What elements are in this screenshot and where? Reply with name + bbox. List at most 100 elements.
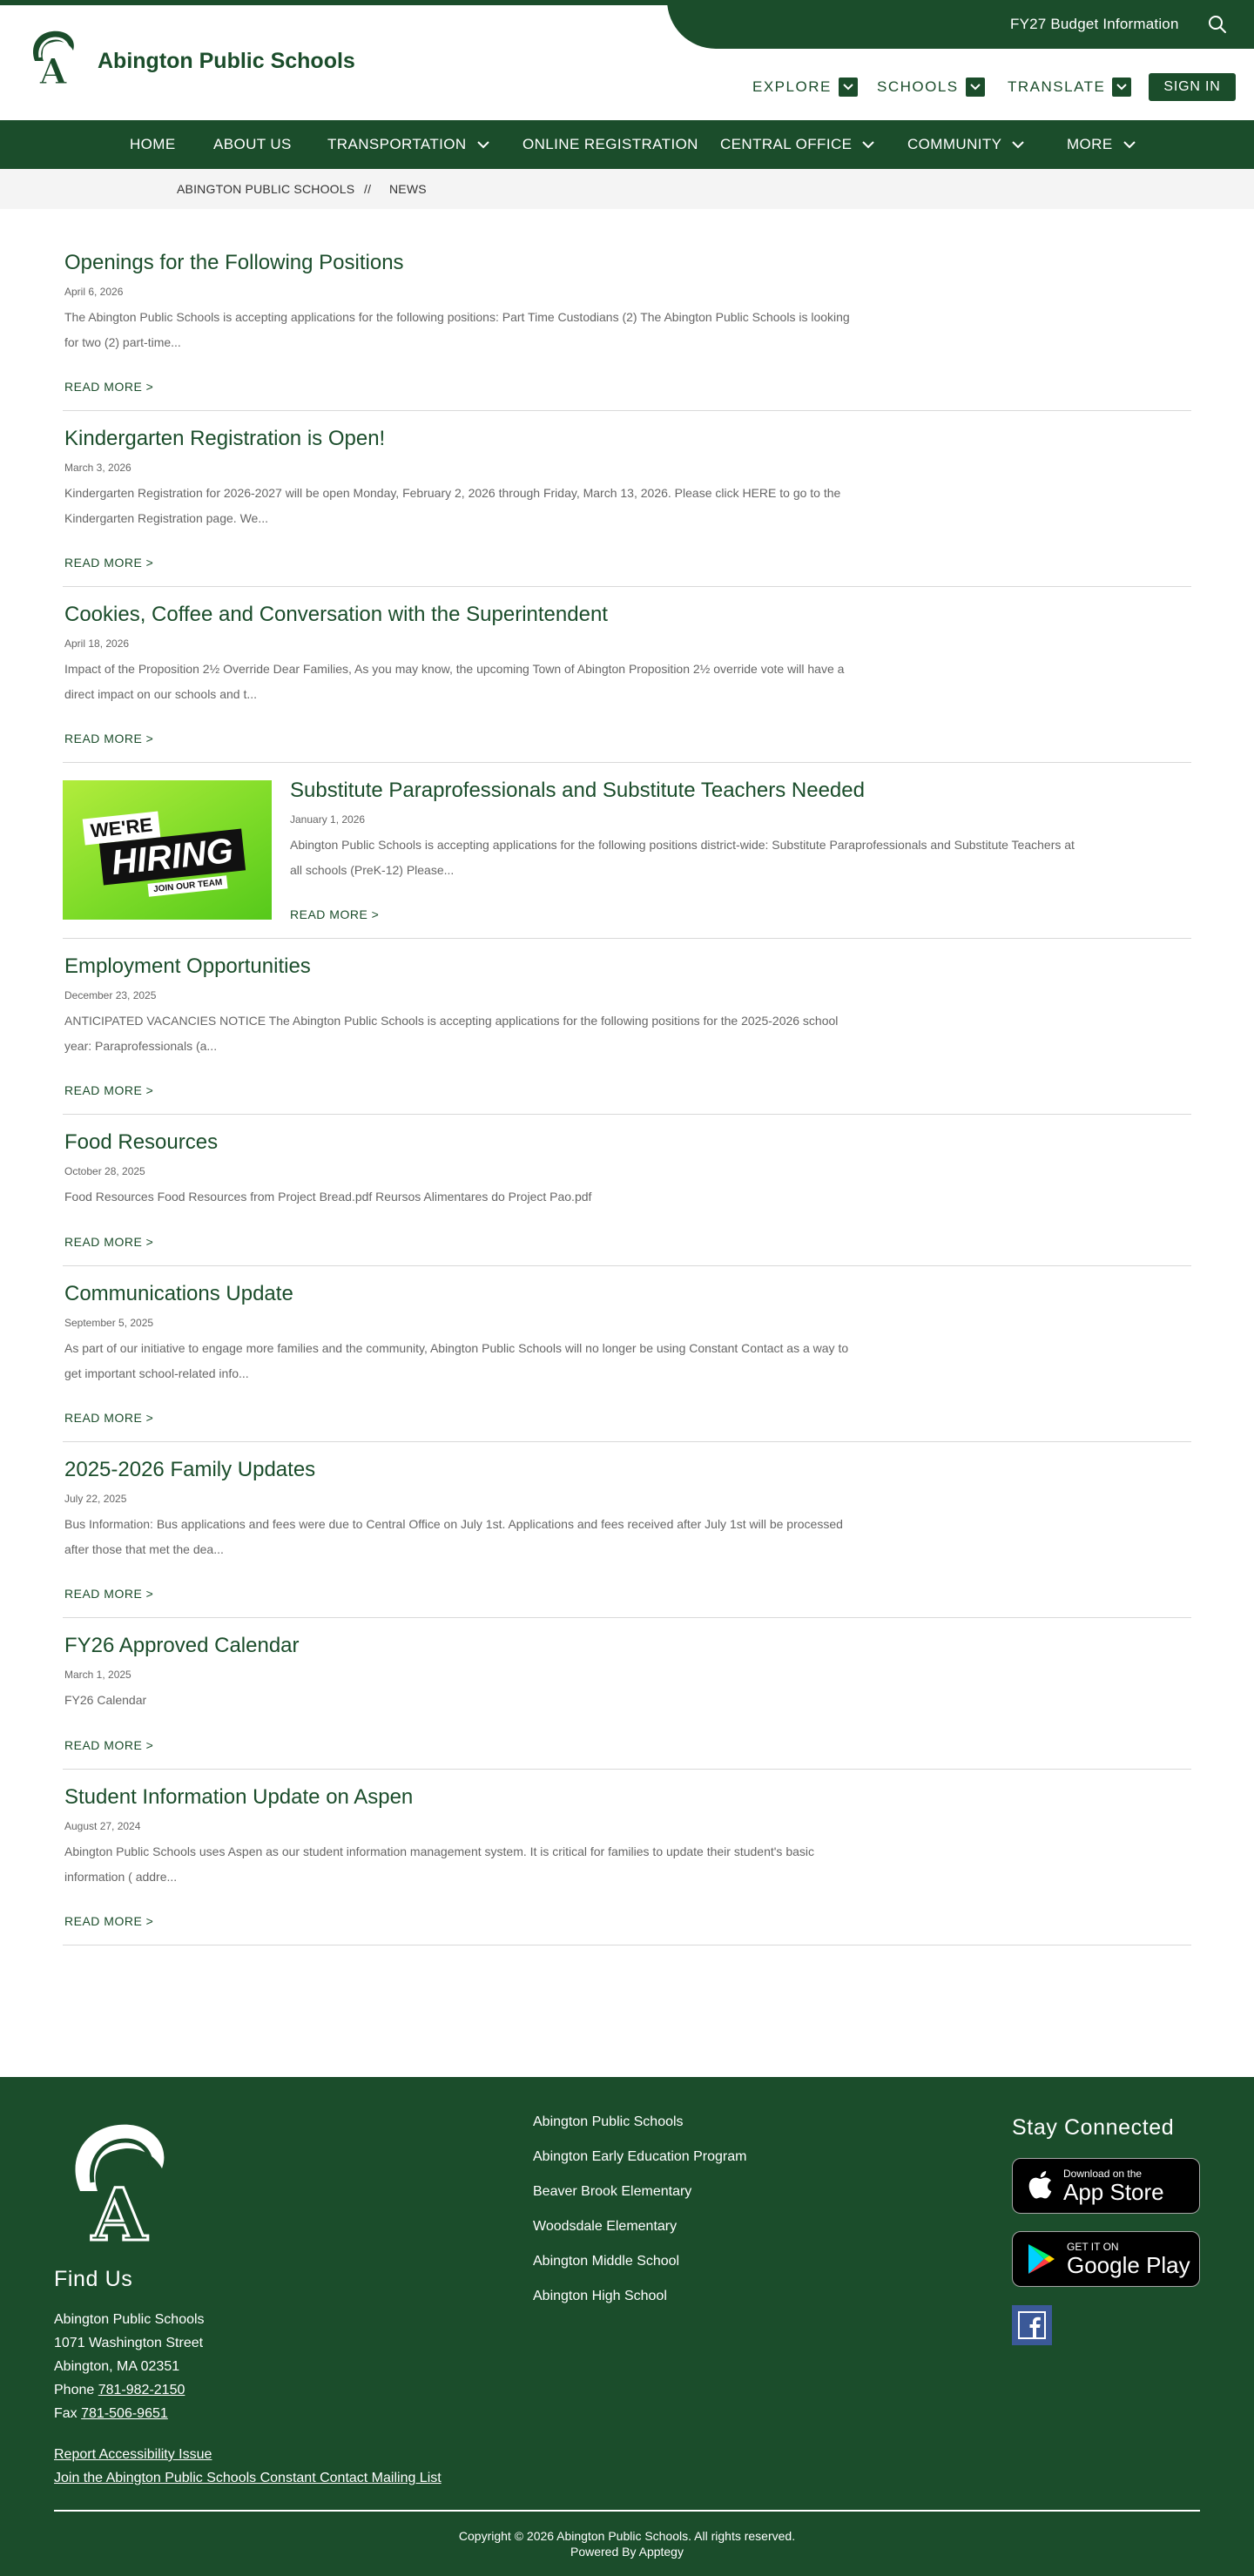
article-title[interactable]: Substitute Paraprofessionals and Substit… [290, 779, 865, 803]
news-article: FY26 Approved Calendar March 1, 2025 FY2… [63, 1618, 1191, 1770]
mailing-list-link[interactable]: Join the Abington Public Schools Constan… [54, 2471, 442, 2486]
summary-line: Abington Public Schools is accepting app… [290, 838, 1075, 852]
nav-item-transportation[interactable]: TRANSPORTATION [327, 120, 489, 169]
chevron-down-icon [1012, 140, 1025, 148]
badge-big-text: Google Play [1067, 2252, 1190, 2278]
accessibility-link[interactable]: Report Accessibility Issue [54, 2447, 212, 2463]
summary-line: Bus Information: Bus applications and fe… [64, 1517, 843, 1531]
read-more-link[interactable]: READ MORE > [64, 556, 153, 570]
summary-line: Kindergarten Registration for 2026-2027 … [64, 486, 841, 500]
article-title[interactable]: Employment Opportunities [64, 954, 311, 979]
site-name[interactable]: Abington Public Schools [98, 49, 355, 74]
search-icon[interactable] [1207, 14, 1228, 35]
powered-by-link[interactable]: Powered By Apptegy [0, 2545, 1254, 2559]
fax-link[interactable]: 781-506-9651 [81, 2406, 168, 2421]
mailing-list-label: Join the Abington Public Schools Constan… [54, 2471, 442, 2485]
app-store-badge[interactable]: Download on the App Store [1012, 2158, 1200, 2214]
nav-label: ONLINE REGISTRATION [522, 136, 698, 152]
read-more-link[interactable]: READ MORE > [290, 907, 379, 921]
nav-item-more[interactable]: MORE [1067, 120, 1136, 169]
read-more-link[interactable]: READ MORE > [64, 1083, 153, 1097]
nav-label: CENTRAL OFFICE [720, 136, 853, 152]
apple-icon [1028, 2171, 1052, 2199]
chevron-down-icon [965, 78, 985, 97]
translate-dropdown[interactable]: TRANSLATE [1008, 78, 1132, 97]
app-store-text: Download on the App Store [1063, 2168, 1164, 2204]
main-nav: HOME ABOUT US TRANSPORTATION ONLINE REGI… [0, 120, 1254, 169]
breadcrumb-home[interactable]: ABINGTON PUBLIC SCHOOLS [177, 182, 354, 196]
footer-link-high-school[interactable]: Abington High School [533, 2289, 667, 2304]
read-more-link[interactable]: READ MORE > [64, 1914, 153, 1928]
read-more-link[interactable]: READ MORE > [64, 380, 153, 394]
breadcrumb-current: NEWS [389, 182, 427, 196]
article-title[interactable]: Student Information Update on Aspen [64, 1785, 413, 1810]
nav-item-online-registration[interactable]: ONLINE REGISTRATION [522, 120, 698, 169]
schools-label: SCHOOLS [877, 78, 959, 95]
read-more-link[interactable]: READ MORE > [64, 1738, 153, 1752]
explore-label: EXPLORE [752, 78, 832, 95]
footer-address-city: Abington, MA 02351 [54, 2359, 180, 2374]
read-more-link[interactable]: READ MORE > [64, 732, 153, 745]
summary-line: all schools (PreK-12) Please... [290, 863, 455, 877]
summary-line: Kindergarten Registration page. We... [64, 511, 268, 525]
sign-in-button[interactable]: SIGN IN [1149, 73, 1236, 101]
accessibility-label: Report Accessibility Issue [54, 2447, 212, 2462]
article-title[interactable]: 2025-2026 Family Updates [64, 1458, 315, 1482]
article-date: January 1, 2026 [290, 813, 366, 826]
article-title[interactable]: Communications Update [64, 1282, 293, 1306]
summary-line: Impact of the Proposition 2½ Override De… [64, 662, 845, 676]
summary-line: FY26 Calendar [64, 1693, 147, 1707]
nav-item-central-office[interactable]: CENTRAL OFFICE [720, 120, 875, 169]
footer-link-middle-school[interactable]: Abington Middle School [533, 2254, 679, 2269]
news-article: Employment Opportunities December 23, 20… [63, 939, 1191, 1115]
news-article: Communications Update September 5, 2025 … [63, 1266, 1191, 1442]
phone-number: 781-982-2150 [98, 2383, 185, 2397]
article-title[interactable]: Kindergarten Registration is Open! [64, 427, 385, 451]
nav-item-about-us[interactable]: ABOUT US [213, 120, 292, 169]
article-date: December 23, 2025 [64, 989, 157, 1001]
footer-link-abington-public-schools[interactable]: Abington Public Schools [533, 2114, 684, 2130]
article-date: August 27, 2024 [64, 1820, 141, 1832]
fax-number: 781-506-9651 [81, 2406, 168, 2421]
news-article: Kindergarten Registration is Open! March… [63, 411, 1191, 587]
hiring-image[interactable]: WE'RE HIRING JOIN OUR TEAM [63, 780, 272, 920]
article-summary: Kindergarten Registration for 2026-2027 … [64, 481, 840, 531]
facebook-icon[interactable] [1012, 2305, 1052, 2345]
news-article: Food Resources October 28, 2025 Food Res… [63, 1115, 1191, 1266]
summary-line: The Abington Public Schools is accepting… [64, 310, 850, 324]
phone-label: Phone [54, 2383, 98, 2397]
nav-item-community[interactable]: COMMUNITY [907, 120, 1025, 169]
article-summary: Food Resources Food Resources from Proje… [64, 1184, 591, 1210]
read-more-link[interactable]: READ MORE > [64, 1235, 153, 1249]
nav-label: ABOUT US [213, 136, 292, 152]
phone-link[interactable]: 781-982-2150 [98, 2383, 185, 2397]
footer-link-woodsdale[interactable]: Woodsdale Elementary [533, 2219, 677, 2235]
read-more-link[interactable]: READ MORE > [64, 1411, 153, 1425]
article-summary: The Abington Public Schools is accepting… [64, 305, 850, 355]
article-summary: Bus Information: Bus applications and fe… [64, 1512, 843, 1562]
translate-label: TRANSLATE [1008, 78, 1106, 95]
fax-label: Fax [54, 2406, 82, 2421]
article-title[interactable]: Cookies, Coffee and Conversation with th… [64, 603, 608, 627]
footer-link-early-education[interactable]: Abington Early Education Program [533, 2149, 746, 2165]
google-play-badge[interactable]: GET IT ON Google Play [1012, 2231, 1200, 2287]
school-logo[interactable]: A [23, 26, 84, 93]
footer-link-beaver-brook[interactable]: Beaver Brook Elementary [533, 2184, 691, 2200]
budget-info-link[interactable]: FY27 Budget Information [1010, 16, 1179, 33]
summary-line: As part of our initiative to engage more… [64, 1341, 849, 1355]
schools-dropdown[interactable]: SCHOOLS [877, 78, 985, 97]
summary-line: Abington Public Schools uses Aspen as ou… [64, 1844, 814, 1858]
article-summary: Abington Public Schools is accepting app… [290, 833, 1075, 883]
article-title[interactable]: Food Resources [64, 1130, 218, 1155]
svg-text:A: A [38, 51, 67, 91]
explore-dropdown[interactable]: EXPLORE [752, 78, 858, 97]
article-title[interactable]: Openings for the Following Positions [64, 251, 404, 275]
article-title[interactable]: FY26 Approved Calendar [64, 1634, 300, 1658]
news-article: Cookies, Coffee and Conversation with th… [63, 587, 1191, 763]
article-date: March 3, 2026 [64, 462, 131, 474]
article-date: April 6, 2026 [64, 286, 124, 298]
read-more-link[interactable]: READ MORE > [64, 1587, 153, 1601]
nav-label: TRANSPORTATION [327, 136, 467, 152]
summary-line: direct impact on our schools and t... [64, 687, 257, 701]
nav-item-home[interactable]: HOME [130, 120, 176, 169]
